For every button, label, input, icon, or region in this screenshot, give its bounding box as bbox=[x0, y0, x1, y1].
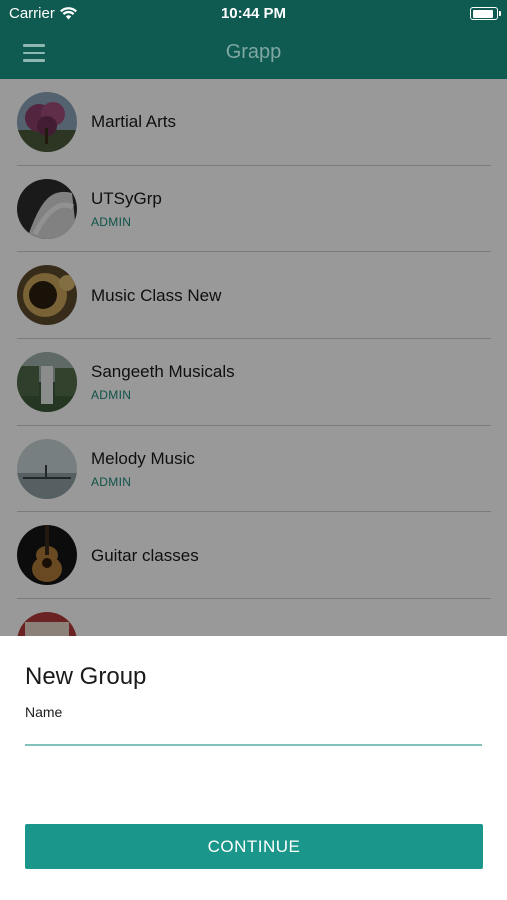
name-input[interactable] bbox=[25, 722, 482, 746]
sheet-title: New Group bbox=[25, 663, 147, 690]
nav-bar: Grapp bbox=[0, 28, 507, 79]
page-title: Grapp bbox=[225, 41, 282, 63]
name-label: Name bbox=[25, 704, 63, 720]
status-time: 10:44 PM bbox=[220, 5, 287, 22]
battery-icon bbox=[470, 7, 501, 20]
modal-overlay[interactable] bbox=[0, 79, 507, 636]
continue-button[interactable]: CONTINUE bbox=[25, 824, 483, 869]
new-group-sheet: New Group Name CONTINUE bbox=[0, 636, 507, 900]
status-bar: Carrier 10:44 PM bbox=[0, 0, 507, 28]
